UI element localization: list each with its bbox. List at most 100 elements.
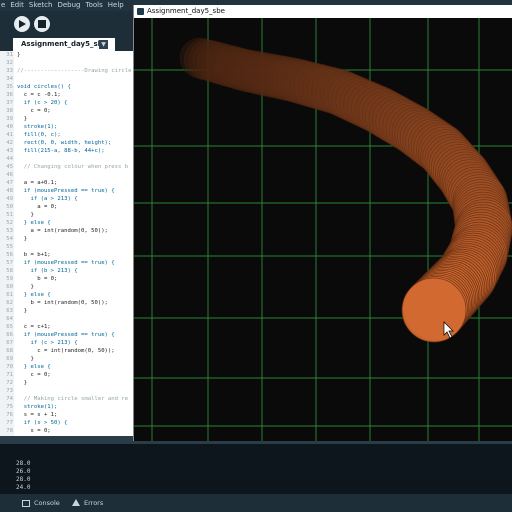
line-number: 62 (6, 300, 13, 306)
line-number: 55 (6, 244, 13, 250)
code-line: 47 a = a+0.1; (0, 179, 135, 187)
code-text: c = int(random(0, 50)); (17, 348, 115, 354)
line-number: 65 (6, 324, 13, 330)
code-text: if (c > 20) { (17, 100, 68, 106)
code-text: s = s + 1; (17, 412, 58, 418)
code-text: } (17, 116, 28, 122)
console-tab[interactable]: Console (22, 497, 60, 509)
console-output: 28.0 26.0 28.0 24.0 (0, 444, 512, 494)
code-text: fill(215-a, 88-b, 44+c); (17, 148, 105, 154)
code-text: } (17, 212, 34, 218)
code-line: 72 } (0, 379, 135, 387)
code-line: 42 rect(0, 0, width, height); (0, 139, 135, 147)
line-number: 50 (6, 204, 13, 210)
code-line: 76 s = s + 1; (0, 411, 135, 419)
code-text: b = b+1; (17, 252, 51, 258)
menu-item[interactable]: e (1, 1, 5, 9)
sketch-window[interactable]: Assignment_day5_sbe (134, 5, 512, 441)
line-number: 43 (6, 148, 13, 154)
menu-item[interactable]: Edit (10, 1, 24, 9)
errors-tab[interactable]: Errors (72, 497, 103, 509)
line-number: 35 (6, 84, 13, 90)
code-text: c = c -0.1; (17, 92, 61, 98)
line-number: 37 (6, 100, 13, 106)
sketch-window-titlebar[interactable]: Assignment_day5_sbe (134, 5, 512, 18)
line-number: 69 (6, 356, 13, 362)
line-number: 33 (6, 68, 13, 74)
code-line: 38 c = 0; (0, 107, 135, 115)
line-number: 71 (6, 372, 13, 378)
code-line: 69 } (0, 355, 135, 363)
line-number: 73 (6, 388, 13, 394)
code-text: a = 0; (17, 204, 58, 210)
code-line: 56 b = b+1; (0, 251, 135, 259)
code-line: 63 } (0, 307, 135, 315)
code-text: if (mousePressed == true) { (17, 260, 115, 266)
line-number: 39 (6, 116, 13, 122)
line-number: 76 (6, 412, 13, 418)
toolbar (0, 11, 135, 38)
line-number: 47 (6, 180, 13, 186)
code-line: 50 a = 0; (0, 203, 135, 211)
code-line: 34 (0, 75, 135, 83)
menu-item[interactable]: Tools (86, 1, 103, 9)
code-editor[interactable]: 31} 32 33//------------------Drawing circl… (0, 51, 135, 436)
line-number: 67 (6, 340, 13, 346)
code-text: c = 0; (17, 372, 51, 378)
code-text: if (a > 213) { (17, 196, 78, 202)
menu-item[interactable]: Debug (57, 1, 80, 9)
sketch-window-title: Assignment_day5_sbe (147, 7, 225, 15)
code-line: 70 } else { (0, 363, 135, 371)
code-line: 41 fill(0, c); (0, 131, 135, 139)
code-line: 75 stroke(1); (0, 403, 135, 411)
code-text: if (c > 213) { (17, 340, 78, 346)
line-number: 75 (6, 404, 13, 410)
code-line: 32 (0, 59, 135, 67)
code-text: stroke(1); (17, 124, 58, 130)
code-text: stroke(1); (17, 404, 58, 410)
code-line: 77 if (s > 50) { (0, 419, 135, 427)
code-line: 78 s = 0; (0, 427, 135, 435)
menu-item[interactable]: Sketch (29, 1, 53, 9)
warning-icon (72, 499, 80, 506)
run-button[interactable] (14, 16, 30, 32)
line-number: 42 (6, 140, 13, 146)
line-number: 59 (6, 276, 13, 282)
code-line: 62 b = int(random(0, 50)); (0, 299, 135, 307)
code-text: } (17, 356, 34, 362)
line-number: 34 (6, 76, 13, 82)
stop-icon (38, 20, 46, 28)
code-text: s = 0; (17, 428, 51, 434)
line-number: 70 (6, 364, 13, 370)
line-number: 48 (6, 188, 13, 194)
menu-item[interactable]: Help (108, 1, 124, 9)
code-line: 52 } else { (0, 219, 135, 227)
line-number: 41 (6, 132, 13, 138)
code-text: a = int(random(0, 50)); (17, 228, 108, 234)
line-number: 78 (6, 428, 13, 434)
code-line: 35 void circles() { (0, 83, 135, 91)
code-line: 33 //------------------Drawing circle (0, 67, 135, 75)
sketch-canvas[interactable] (134, 18, 512, 441)
code-line: 71 c = 0; (0, 371, 135, 379)
tab-menu-button[interactable]: ▼ (99, 40, 108, 49)
code-text: c = 0; (17, 108, 51, 114)
code-line: 53 a = int(random(0, 50)); (0, 227, 135, 235)
line-number: 46 (6, 172, 13, 178)
console-line: 26.0 (16, 468, 31, 475)
line-number: 40 (6, 124, 13, 130)
code-line: 74 // Making circle smaller and re (0, 395, 135, 403)
line-number: 32 (6, 60, 13, 66)
line-number: 45 (6, 164, 13, 170)
line-number: 63 (6, 308, 13, 314)
code-line: 60 } (0, 283, 135, 291)
code-text: } (17, 380, 28, 386)
code-text: } (17, 308, 28, 314)
code-line: 64 (0, 315, 135, 323)
line-number: 77 (6, 420, 13, 426)
line-number: 53 (6, 228, 13, 234)
code-line: 59 b = 0; (0, 275, 135, 283)
stop-button[interactable] (34, 16, 50, 32)
play-icon (19, 20, 26, 28)
line-number: 49 (6, 196, 13, 202)
